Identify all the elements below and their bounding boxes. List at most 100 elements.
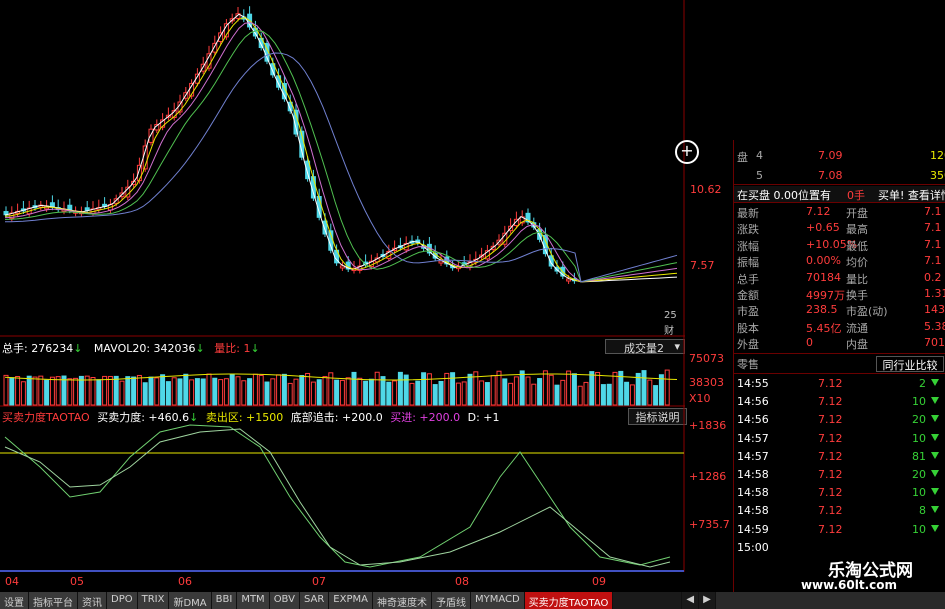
price-chart[interactable] [0,0,685,337]
indicator-chart[interactable] [0,407,685,572]
tab-buy-sell-force[interactable]: 买卖力度TAOTAO [524,592,614,609]
down-arrow-icon [931,433,939,441]
volume-bar [125,376,131,406]
volume-bar [218,379,224,406]
tick-volume: 20 [912,413,926,427]
industry-compare-button[interactable]: 同行业比较 [876,356,944,372]
divider [734,373,945,374]
moving-average-line [4,52,678,283]
volume-bar [102,375,108,406]
volume-bar [653,385,659,406]
volume-bar [345,377,351,406]
volume-chart[interactable] [0,337,685,407]
stat-value: 5.45亿 [806,321,842,335]
tick-time: 14:58 [737,504,769,518]
volume-bar [363,380,369,406]
order-book-level: 4 [756,149,763,162]
tab-indicator-platform[interactable]: 指标平台 [29,592,78,609]
tab-magic-speed[interactable]: 神奇速度术 [372,592,432,609]
volume-bar [316,379,322,406]
volume-bar [55,376,61,406]
volume-bar [339,379,345,406]
order-book-side-label: 盘 [737,151,748,164]
volume-bar [287,382,293,406]
date-tick: 09 [592,575,606,588]
watermark-url: www.60lt.com [800,578,897,592]
volume-bar [566,370,572,406]
tab-news[interactable]: 资讯 [78,592,107,609]
volume-bar [26,375,32,406]
stat-label: 换手 [846,289,868,302]
volume-bar [513,376,519,406]
volume-bar [9,377,15,406]
stat-value: 0 [806,336,813,350]
volume-bar [90,376,96,406]
indicator-axis-2: +1286 [689,470,727,483]
indicator-axis-3: +735.7 [689,518,730,531]
volume-bar [270,378,276,406]
volume-bar [409,382,415,406]
down-arrow-icon [931,397,939,405]
date-tick: 08 [455,575,469,588]
ticks-header: 零售 同行业比较 [734,355,945,372]
volume-bar [3,374,9,406]
tab-new-dma[interactable]: 新DMA [169,592,212,609]
volume-bar [281,373,287,406]
tick-time: 14:59 [737,522,769,536]
volume-bar [299,375,305,406]
order-alert-count: 0手 [847,189,865,202]
candlestick-series [3,6,577,284]
add-window-icon[interactable]: + [675,140,699,164]
volume-axis-top: 75073 [689,352,724,365]
volume-bar [380,376,386,406]
tick-price: 7.12 [818,413,843,427]
volume-bar [148,376,154,406]
volume-bar [276,374,282,406]
volume-bar [629,384,635,406]
tab-expma[interactable]: EXPMA [329,592,373,609]
volume-bars [3,369,678,406]
stat-value: 7.1 [924,237,942,251]
scroll-right-icon[interactable]: ▶ [699,592,716,609]
volume-bar [392,380,398,406]
stat-value: 143 [924,303,945,317]
stat-label: 开盘 [846,207,868,220]
stat-label: 流通 [846,321,868,335]
stat-label: 金额 [737,289,759,302]
divider [734,353,945,354]
tab-contradiction-line[interactable]: 予盾线 [431,592,471,609]
volume-bar [189,379,195,406]
down-arrow-icon [931,415,939,423]
volume-bar [368,378,374,406]
volume-bar [554,384,560,406]
volume-bar [624,381,630,406]
tick-row: 14:55 7.12 2 [734,375,945,393]
tick-time: 14:56 [737,395,769,409]
stat-label: 市盈 [737,305,759,319]
tab-dpo[interactable]: DPO [107,592,138,609]
volume-bar [438,380,444,406]
volume-bar [374,371,380,406]
order-alert-link[interactable]: 买单! 查看详情 [878,187,945,203]
down-arrow-icon [931,451,939,459]
tab-mymacd[interactable]: MYMACD [470,592,525,609]
tab-sar[interactable]: SAR [299,592,330,609]
volume-bar [641,370,647,406]
tick-price: 7.12 [818,504,843,518]
stats-row: 涨跌 +0.65 最高 7.1 [734,220,945,236]
stat-value: 0.2 [924,270,942,284]
scroll-left-icon[interactable]: ◀ [682,592,700,609]
stat-label: 最低 [846,239,868,253]
volume-bar [421,372,427,406]
tick-time: 15:00 [737,540,769,554]
tab-bbi[interactable]: BBI [211,592,238,609]
order-alert-bar[interactable]: 在买盘 0.00位置有 0手 买单! 查看详情 [734,186,945,202]
tab-obv[interactable]: OBV [269,592,300,609]
order-book-price: 7.08 [818,169,843,182]
tab-mtm[interactable]: MTM [237,592,270,609]
order-book-volume: 350 [930,169,945,182]
tab-settings[interactable]: 设置 [0,592,29,609]
tab-trix[interactable]: TRIX [137,592,170,609]
volume-bar [461,381,467,406]
volume-bar [531,383,537,406]
